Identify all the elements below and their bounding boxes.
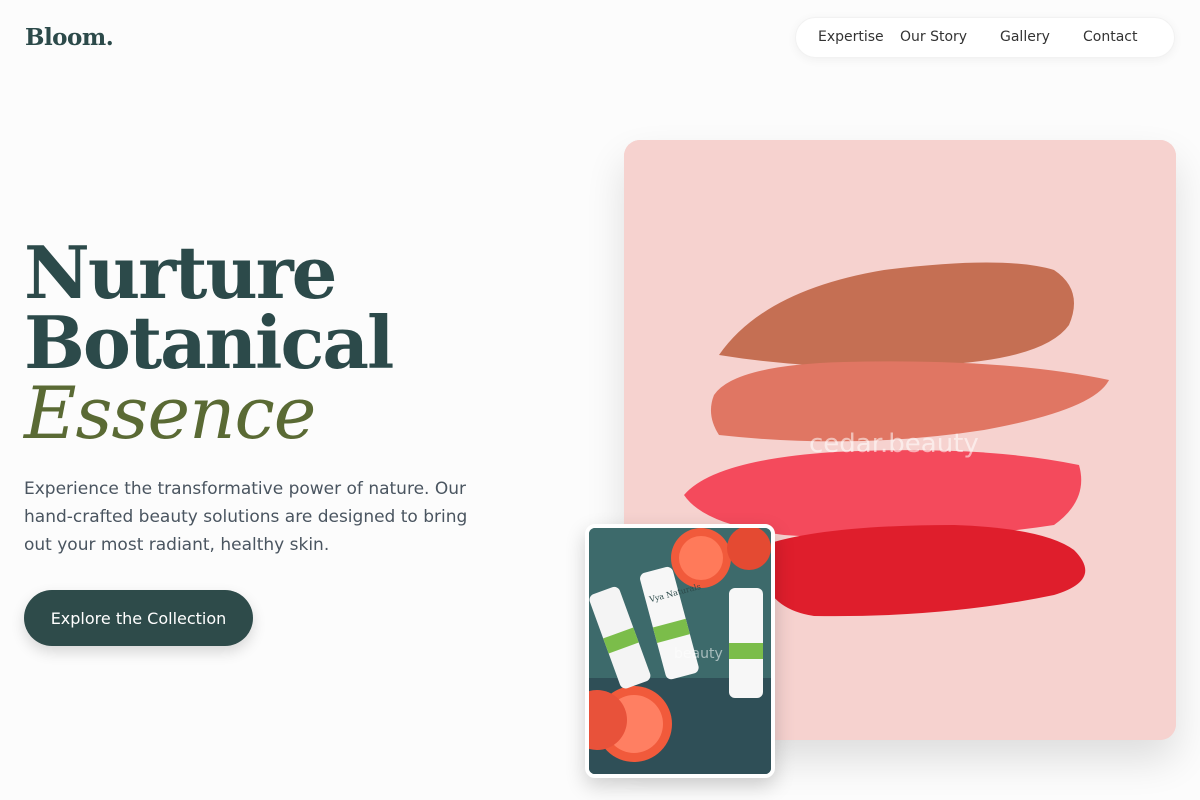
- skincare-products-thumbnail: Vya Naturals beauty: [585, 524, 775, 778]
- hero-title-accent: Essence: [24, 371, 316, 455]
- nav-item-our-story[interactable]: Our Story: [900, 29, 967, 45]
- hero-subtitle: Experience the transformative power of n…: [24, 479, 468, 555]
- thumb-watermark: beauty: [674, 646, 723, 662]
- main-nav: Expertise Our Story Gallery Contact: [795, 17, 1175, 58]
- hero-title-line-1: Nurture: [24, 230, 337, 315]
- nav-item-expertise[interactable]: Expertise: [818, 29, 884, 45]
- explore-collection-button[interactable]: Explore the Collection: [24, 590, 253, 646]
- nav-item-gallery[interactable]: Gallery: [1000, 29, 1050, 45]
- main-image-watermark: cedar.beauty: [809, 429, 979, 459]
- hero-title: Nurture Botanical Essence: [24, 230, 394, 455]
- hero-title-line-2: Botanical: [24, 300, 394, 385]
- nav-item-contact[interactable]: Contact: [1083, 29, 1137, 45]
- brand-logo[interactable]: Bloom.: [25, 24, 114, 51]
